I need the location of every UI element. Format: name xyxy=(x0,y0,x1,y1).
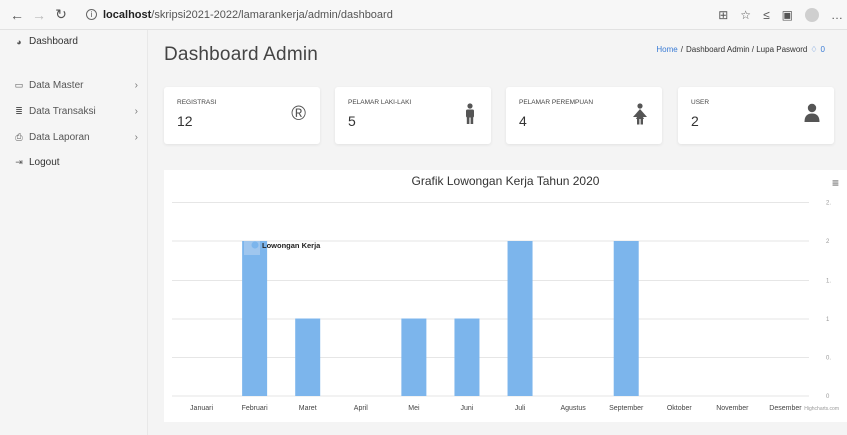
legend-label[interactable]: Lowongan Kerja xyxy=(262,241,321,250)
dashboard-icon: ◕ xyxy=(16,36,22,47)
notification-bell-icon[interactable]: ♢ xyxy=(810,45,817,54)
card-label: USER xyxy=(691,99,710,106)
registered-icon: ® xyxy=(291,103,306,125)
bar[interactable] xyxy=(242,241,268,396)
card-label: PELAMAR PEREMPUAN xyxy=(519,99,594,106)
stat-card-user: USER 2 xyxy=(678,87,834,144)
bar[interactable] xyxy=(454,318,480,397)
bar[interactable] xyxy=(613,241,639,396)
sidebar-brand-label: Dashboard xyxy=(29,36,78,47)
page-title: Dashboard Admin xyxy=(164,44,319,65)
notification-count[interactable]: 0 xyxy=(821,45,825,54)
card-label: REGISTRASI xyxy=(177,99,217,106)
card-value: 12 xyxy=(177,113,193,129)
favorite-star-icon[interactable]: ☆ xyxy=(740,8,751,22)
x-tick-label: Desember xyxy=(769,405,802,412)
breadcrumb-home-link[interactable]: Home xyxy=(656,45,677,54)
x-tick-label: November xyxy=(716,405,749,412)
sidebar-item-label: Data Master xyxy=(29,80,84,91)
more-menu-icon[interactable]: … xyxy=(831,8,843,22)
laptop-icon: ▭ xyxy=(14,80,24,90)
x-tick-label: September xyxy=(609,405,644,412)
chart-credit[interactable]: Highcharts.com xyxy=(804,406,839,412)
male-icon xyxy=(463,103,477,131)
chevron-right-icon: › xyxy=(134,80,138,91)
bar-chart: 0 0. 1 1. 2 2. Januari Februari Maret April Mei Jun… xyxy=(172,201,831,412)
x-tick-label: Maret xyxy=(299,405,317,412)
breadcrumb-separator: / xyxy=(680,45,683,54)
profile-avatar[interactable] xyxy=(805,8,819,22)
url-path: /skripsi2021-2022/lamarankerja/admin/das… xyxy=(151,8,393,21)
card-value: 5 xyxy=(348,113,356,129)
sidebar-item-logout[interactable]: ⇥ Logout xyxy=(14,157,138,168)
stat-card-pelamar-laki-laki: PELAMAR LAKI-LAKI 5 xyxy=(335,87,491,144)
info-icon[interactable]: i xyxy=(86,9,97,20)
sidebar-item-data-master[interactable]: ▭ Data Master › xyxy=(14,80,138,91)
x-tick-label: Agustus xyxy=(560,405,586,412)
back-arrow-icon[interactable]: ← xyxy=(6,4,28,26)
bar[interactable] xyxy=(295,318,321,397)
x-tick-label: Januari xyxy=(190,405,213,412)
sidebar: ◕ Dashboard ▭ Data Master › ≣ Data Trans… xyxy=(0,30,148,435)
bar[interactable] xyxy=(401,318,427,397)
chevron-right-icon: › xyxy=(134,106,138,117)
sidebar-item-data-laporan[interactable]: ⎙ Data Laporan › xyxy=(14,132,138,143)
y-tick-label: 0 xyxy=(826,394,830,400)
x-tick-label: Juni xyxy=(461,405,474,412)
refresh-icon[interactable]: ↻ xyxy=(50,4,72,26)
x-tick-label: April xyxy=(354,405,368,412)
y-tick-label: 2. xyxy=(826,201,831,207)
sidebar-item-data-transaksi[interactable]: ≣ Data Transaksi › xyxy=(14,106,138,117)
y-tick-label: 0. xyxy=(826,356,831,362)
collections-icon[interactable]: ▣ xyxy=(782,8,793,22)
sidebar-item-label: Data Laporan xyxy=(29,132,90,143)
user-icon xyxy=(804,103,820,129)
logout-icon: ⇥ xyxy=(15,157,23,167)
x-tick-label: Mei xyxy=(408,405,420,412)
bar[interactable] xyxy=(507,241,533,396)
breadcrumb: Home / Dashboard Admin / Lupa Pasword ♢ … xyxy=(656,45,825,54)
sidebar-item-label: Data Transaksi xyxy=(29,106,96,117)
address-bar[interactable]: i localhost/skripsi2021-2022/lamarankerj… xyxy=(86,9,393,21)
breadcrumb-current: Dashboard Admin / Lupa Pasword xyxy=(685,45,808,54)
url-host: localhost xyxy=(103,8,152,21)
card-value: 2 xyxy=(691,113,699,129)
chart-container: Grafik Lowongan Kerja Tahun 2020 ≡ 0 0. 1 1… xyxy=(164,170,847,422)
x-tick-label: Februari xyxy=(242,405,269,412)
database-icon: ≣ xyxy=(15,106,23,116)
card-value: 4 xyxy=(519,113,527,129)
sidebar-item-label: Logout xyxy=(29,157,60,168)
reader-view-icon[interactable]: ⊞ xyxy=(718,8,728,22)
female-icon xyxy=(632,103,648,131)
y-tick-label: 1 xyxy=(826,317,830,323)
x-tick-label: Juli xyxy=(515,405,526,412)
legend-marker xyxy=(251,241,259,249)
main-content: Dashboard Admin Home / Dashboard Admin /… xyxy=(148,30,847,435)
sidebar-brand[interactable]: ◕ Dashboard xyxy=(14,36,78,47)
card-label: PELAMAR LAKI-LAKI xyxy=(348,99,412,106)
browser-toolbar: ← → ↻ i localhost/skripsi2021-2022/lamar… xyxy=(0,0,847,30)
chevron-right-icon: › xyxy=(134,132,138,143)
x-tick-label: Oktober xyxy=(667,405,693,412)
y-tick-label: 2 xyxy=(826,239,830,245)
print-icon: ⎙ xyxy=(15,132,23,142)
stat-card-registrasi: REGISTRASI 12 ® xyxy=(164,87,320,144)
forward-arrow-icon[interactable]: → xyxy=(28,4,50,26)
stat-card-pelamar-perempuan: PELAMAR PEREMPUAN 4 xyxy=(506,87,662,144)
y-tick-label: 1. xyxy=(826,279,831,285)
favorites-list-icon[interactable]: ≤ xyxy=(763,8,770,22)
